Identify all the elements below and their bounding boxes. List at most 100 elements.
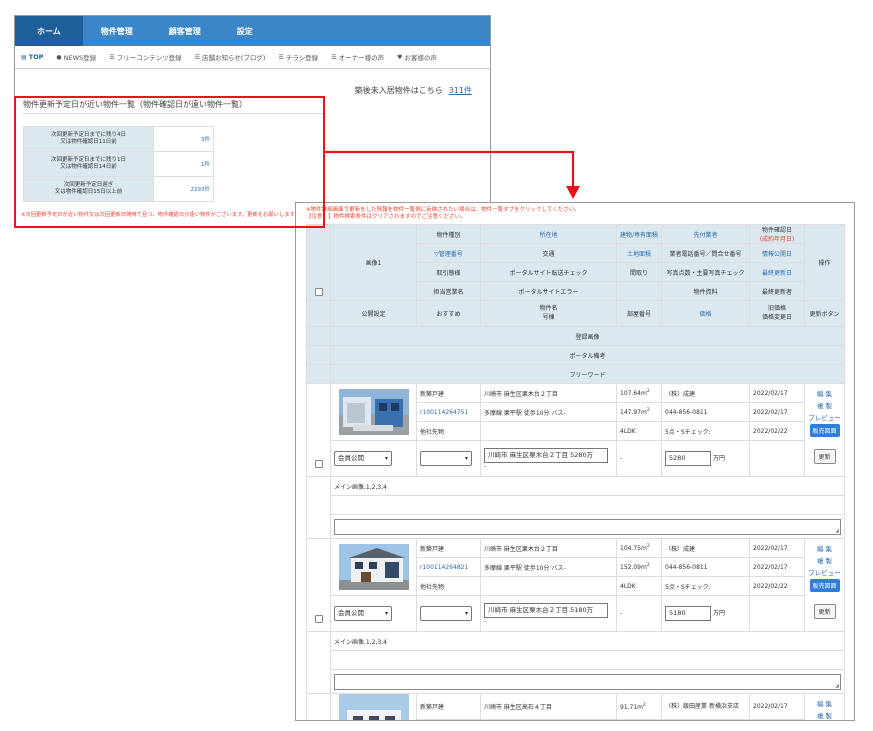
cell-price: 5180 万円 <box>661 595 751 632</box>
subnav-news[interactable]: ● NEWS登録 <box>56 52 96 63</box>
name-input[interactable]: 川崎市 麻生区栗木台２丁目 5180万 <box>484 602 608 618</box>
cell-room-no: - <box>615 595 663 632</box>
vacancy-count-link[interactable]: 311件 <box>449 86 472 95</box>
copy-link[interactable]: 複 製 <box>808 555 841 567</box>
select-all-checkbox[interactable] <box>314 288 323 296</box>
recommend-select[interactable]: ▾ <box>420 451 472 466</box>
cell-empty <box>306 514 331 539</box>
list-icon: ☰ <box>194 53 200 61</box>
cell-trade: 他社先物 <box>416 576 481 596</box>
row-checkbox[interactable] <box>314 460 323 468</box>
edit-link[interactable]: 編 集 <box>808 698 841 710</box>
property-list-screenshot: ※物件詳細画面で更新をした情報を物件一覧側に反映されたい場合は、物件一覧タブをク… <box>295 202 855 721</box>
header-price-sort[interactable]: 価格 <box>661 300 751 327</box>
heart-icon: ♥ <box>397 53 403 61</box>
pub-select[interactable]: 会員公開 ▾ <box>334 606 392 621</box>
header-last-updater: 最終更新者 <box>749 281 806 301</box>
header-last-update-sort[interactable]: 最終更新日 <box>749 262 806 282</box>
nav-customer-management[interactable]: 顧客管理 <box>151 16 219 46</box>
cell-agent: （株）飯田産業 新横浜支店 <box>661 692 751 720</box>
sales-sheet-button[interactable]: 販売図面 <box>809 424 840 437</box>
cell-land-area: 147.97m2 <box>615 402 663 422</box>
name-input[interactable]: 川崎市 麻生区栗木台２丁目 5280万 <box>484 447 608 463</box>
table-row: 新築戸建 川崎市 麻生区栗木台２丁目 104.75m2 （株）成建 2022/0… <box>306 538 846 632</box>
row-actions: 編 集 複 製 プレビュー 販売図面 更新 <box>804 538 846 632</box>
sales-sheet-button[interactable]: 販売図面 <box>809 579 840 592</box>
subnav-top[interactable]: ▤ TOP <box>21 53 43 61</box>
list-warning: ※物件詳細画面で更新をした情報を物件一覧側に反映されたい場合は、物件一覧タブをク… <box>306 207 580 222</box>
free-word-textarea[interactable]: ◢ <box>334 518 842 535</box>
subnav-blog[interactable]: ☰ 店舗お知らせ(ブログ) <box>194 52 266 63</box>
warning-line: 【注意！】物件検索条件はクリアされますのでご注意ください。 <box>306 214 466 221</box>
cell-date: 2022/02/17 <box>749 538 806 558</box>
vacancy-info: 築後未入居物件はこちら 311件 <box>355 85 472 96</box>
header-layout: 間取り <box>615 262 663 282</box>
subnav-owner-voice[interactable]: ☰ オーナー様の声 <box>331 52 384 63</box>
nav-settings[interactable]: 設定 <box>219 16 271 46</box>
price-input[interactable]: 5280 <box>665 451 712 466</box>
chevron-down-icon: ▾ <box>384 455 388 462</box>
header-mgmt-sort[interactable]: ▽管理番号 <box>416 243 481 263</box>
preview-link[interactable]: プレビュー <box>808 567 841 579</box>
header-portal-error: ポータルサイトエラー <box>480 281 617 301</box>
header-portal-check: ポータルサイト転送チェック <box>480 262 617 282</box>
preview-link[interactable]: プレビュー <box>808 412 841 424</box>
cell-trade: 他社先物 <box>416 421 481 441</box>
cell-empty <box>306 495 331 515</box>
header-empty <box>615 281 663 301</box>
cell-recommend: ▾ <box>416 440 481 477</box>
chevron-down-icon: ▾ <box>464 455 468 462</box>
cell-images: メイン画像,1,2,3,4 <box>329 476 846 496</box>
header-recommend: おすすめ <box>416 300 481 327</box>
cell-empty <box>306 669 331 694</box>
main-nav: ホーム 物件管理 顧客管理 設定 <box>15 16 490 46</box>
update-button[interactable]: 更新 <box>813 449 836 464</box>
cell-mgmt-link[interactable]: r100114264821 <box>416 557 481 577</box>
table-row: ◢ <box>306 669 846 694</box>
copy-link[interactable]: 複 製 <box>808 710 841 720</box>
table-row <box>306 650 846 670</box>
header-agent-phone: 業者電話番号／問合せ番号 <box>661 243 751 263</box>
nav-property-management[interactable]: 物件管理 <box>83 16 151 46</box>
row-checkbox-cell <box>306 693 331 720</box>
price-input[interactable]: 5180 <box>665 606 712 621</box>
table-row: メイン画像,1,2,3,4 <box>306 631 846 651</box>
header-empty <box>306 364 331 384</box>
nav-home[interactable]: ホーム <box>15 16 83 46</box>
header-land-area-sort[interactable]: 土地面積 <box>615 243 663 263</box>
cell-pub-setting: 会員公開 ▾ <box>330 595 417 632</box>
cell-empty <box>480 719 617 720</box>
header-image1: 画像1 <box>330 224 417 301</box>
edit-link[interactable]: 編 集 <box>808 543 841 555</box>
pub-select[interactable]: 会員公開 ▾ <box>334 451 392 466</box>
property-photo[interactable] <box>338 544 409 590</box>
row-checkbox[interactable] <box>314 615 323 623</box>
list-icon: ☰ <box>109 53 115 61</box>
subnav-free-content[interactable]: ☰ フリーコンテンツ登録 <box>109 52 181 63</box>
cell-empty <box>306 476 331 496</box>
property-photo[interactable] <box>338 694 409 721</box>
cell-building-area: 107.64m2 <box>615 383 663 403</box>
recommend-select[interactable]: ▾ <box>420 606 472 621</box>
header-location-sort[interactable]: 所在地 <box>480 224 617 244</box>
cell-mgmt-link[interactable]: r100114264751 <box>416 402 481 422</box>
header-pub-date-sort[interactable]: 情報公開日 <box>749 243 806 263</box>
cell-empty <box>306 650 331 670</box>
highlight-box <box>14 96 325 228</box>
subnav-customer-voice[interactable]: ♥ お客様の声 <box>397 52 437 63</box>
header-staff: 担当営業名 <box>416 281 481 301</box>
copy-link[interactable]: 複 製 <box>808 400 841 412</box>
property-photo[interactable] <box>338 389 409 435</box>
header-free-word: フリーワード <box>329 364 846 384</box>
edit-link[interactable]: 編 集 <box>808 388 841 400</box>
header-checkdate[interactable]: 物件確認日 (成約年月日) <box>749 224 806 244</box>
update-button[interactable]: 更新 <box>813 604 836 619</box>
cell-pub-setting: 会員公開 ▾ <box>330 440 417 477</box>
subnav-label: チラシ登録 <box>285 54 319 62</box>
header-checkbox-cell <box>306 224 331 301</box>
free-word-textarea[interactable]: ◢ <box>334 673 842 690</box>
header-area-sort[interactable]: 建物/専有面積 <box>615 224 663 244</box>
header-agent-sort[interactable]: 先付業者 <box>661 224 751 244</box>
cell-phone: 044-856-0811 <box>661 402 751 422</box>
subnav-flyer[interactable]: ☰ チラシ登録 <box>278 52 319 63</box>
